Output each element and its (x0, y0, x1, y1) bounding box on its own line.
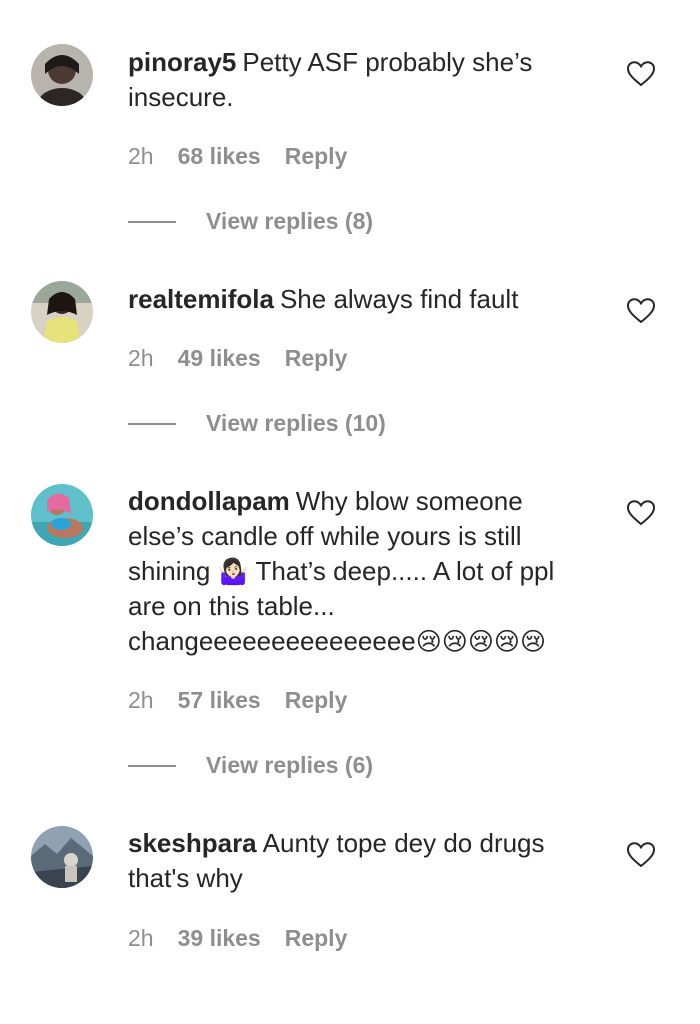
avatar[interactable] (31, 484, 93, 546)
comment-time: 2h (128, 143, 154, 169)
comment-time: 2h (128, 687, 154, 713)
comment-meta: 2h 57 likes Reply (128, 687, 347, 714)
likes-count[interactable]: 39 likes (178, 925, 261, 952)
reply-button[interactable]: Reply (285, 925, 348, 952)
comment-text: skeshpara Aunty tope dey do drugs that's … (128, 826, 588, 896)
view-replies-label: View replies (10) (206, 410, 386, 436)
heart-icon[interactable] (627, 842, 655, 868)
divider-line (128, 422, 176, 425)
avatar[interactable] (31, 826, 93, 888)
heart-icon[interactable] (627, 298, 655, 324)
comment-text: dondollapam Why blow someone else’s candl… (128, 484, 588, 659)
divider-line (128, 764, 176, 767)
comment-username[interactable]: skeshpara (128, 828, 257, 858)
likes-count[interactable]: 57 likes (178, 687, 261, 714)
comment-username[interactable]: pinoray5 (128, 47, 236, 77)
emoji-crying: 😢😢😢😢😢 (415, 627, 547, 656)
view-replies-button[interactable]: View replies (8) (128, 208, 373, 235)
view-replies-label: View replies (8) (206, 208, 374, 234)
comment-text: pinoray5 Petty ASF probably she’s insecur… (128, 45, 588, 115)
avatar[interactable] (31, 44, 93, 106)
likes-count[interactable]: 49 likes (178, 345, 261, 372)
view-replies-label: View replies (6) (206, 752, 374, 778)
reply-button[interactable]: Reply (285, 143, 348, 170)
comment-meta: 2h 39 likes Reply (128, 925, 347, 952)
heart-icon[interactable] (627, 61, 655, 87)
comment-username[interactable]: dondollapam (128, 486, 290, 516)
heart-icon[interactable] (627, 500, 655, 526)
view-replies-button[interactable]: View replies (10) (128, 410, 386, 437)
comment-body: She always find fault (279, 284, 519, 314)
emoji-shrug: 🤷🏻‍♀️ (217, 557, 249, 586)
comment-username[interactable]: realtemifola (128, 284, 274, 314)
comment-time: 2h (128, 345, 154, 371)
comment-text: realtemifola She always find fault (128, 282, 588, 317)
reply-button[interactable]: Reply (285, 687, 348, 714)
likes-count[interactable]: 68 likes (178, 143, 261, 170)
divider-line (128, 220, 176, 223)
comment-time: 2h (128, 925, 154, 951)
comment-meta: 2h 68 likes Reply (128, 143, 347, 170)
view-replies-button[interactable]: View replies (6) (128, 752, 373, 779)
comment-meta: 2h 49 likes Reply (128, 345, 347, 372)
reply-button[interactable]: Reply (285, 345, 348, 372)
avatar[interactable] (31, 281, 93, 343)
